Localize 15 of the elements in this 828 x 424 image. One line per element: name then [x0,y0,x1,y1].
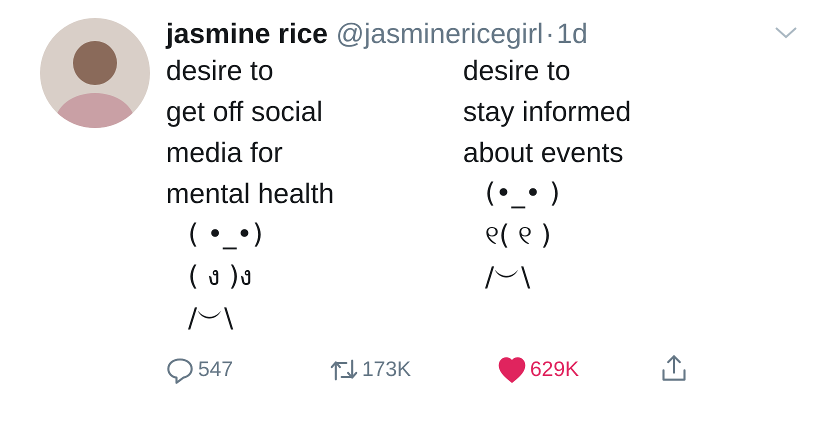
author-handle[interactable]: @jasminericegirl [336,18,544,50]
separator-dot: · [545,18,555,50]
like-button[interactable]: 629K [498,354,580,386]
text-art: (•_• ) ୧( ୧ ) /︶\ [484,177,562,295]
tweet-text: desire to stay informed about events [463,54,632,170]
share-icon [660,354,688,382]
heart-icon [498,356,526,384]
share-button[interactable] [660,354,688,382]
tweet-text: desire to get off social media for mental health [166,54,336,211]
timestamp[interactable]: 1d [556,18,588,50]
reply-button[interactable]: 547 [166,354,234,386]
retweet-button[interactable]: 173K [330,354,412,386]
speech-bubble-icon [166,356,194,384]
text-art: ( •_•) ( ง )ง /︶\ [187,218,264,336]
author-name[interactable]: jasmine rice [166,18,328,50]
